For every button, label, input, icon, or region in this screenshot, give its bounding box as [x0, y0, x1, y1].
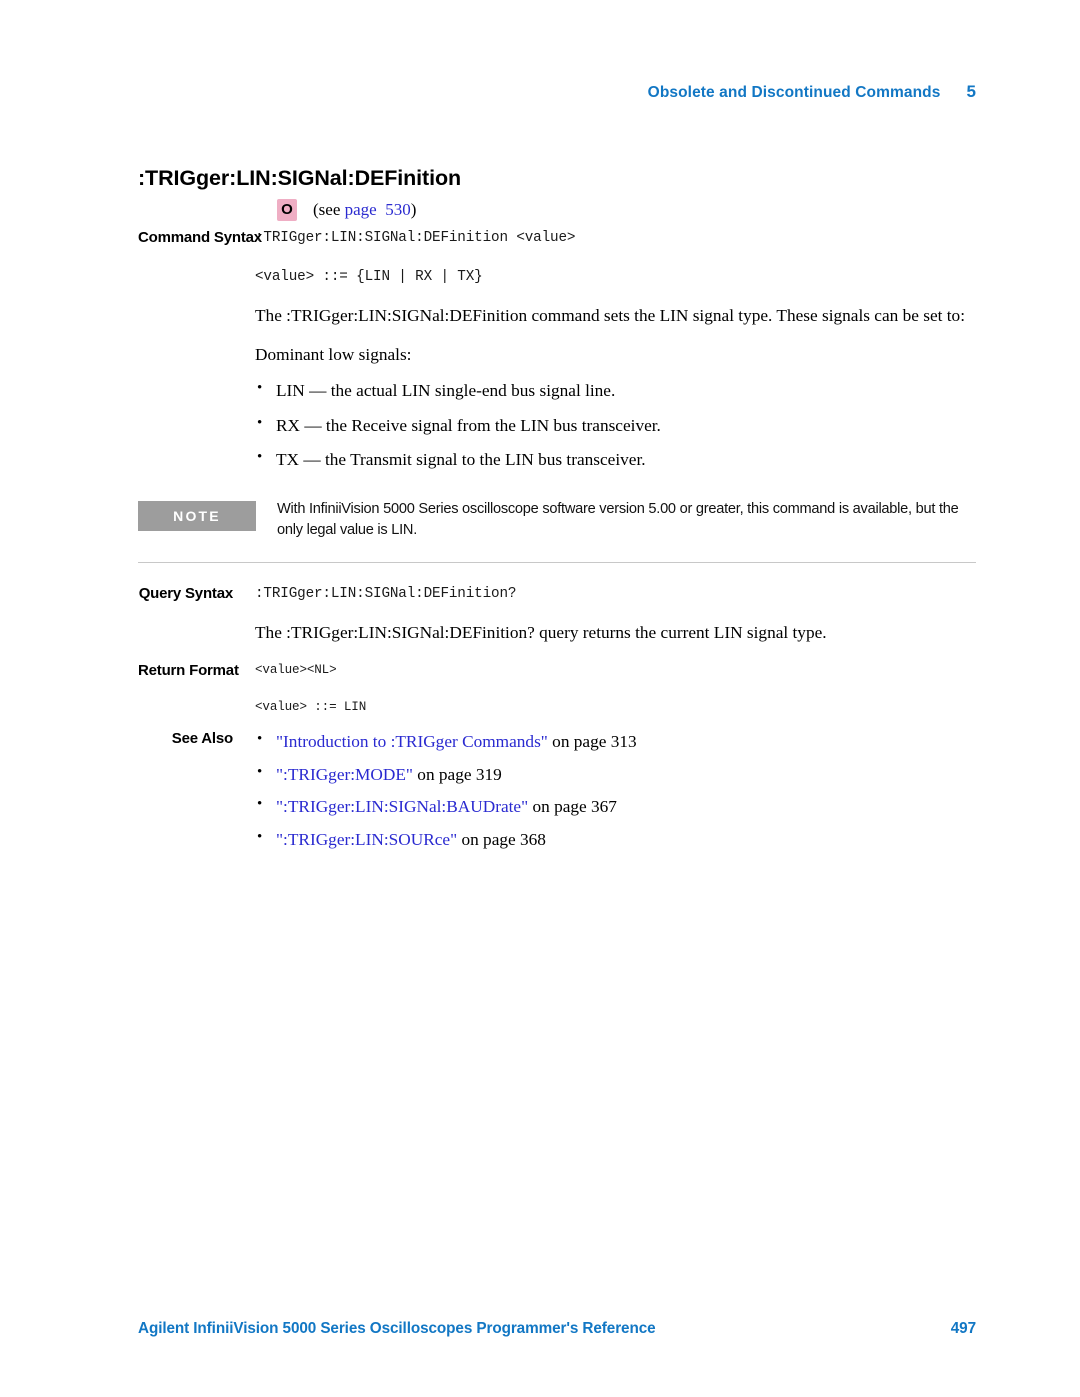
page-title: :TRIGger:LIN:SIGNal:DEFinition	[138, 166, 462, 190]
list-item: ":TRIGger:LIN:SOURce" on page 368	[255, 827, 976, 853]
list-item: LIN — the actual LIN single-end bus sign…	[255, 378, 976, 404]
description-paragraph-2: Dominant low signals:	[255, 344, 412, 364]
return-format-line-2: <value> ::= LIN	[255, 699, 367, 714]
see-also-list: "Introduction to :TRIGger Commands" on p…	[255, 729, 976, 853]
see-page-link[interactable]: page 530	[345, 200, 411, 219]
command-syntax-body: :TRIGger:LIN:SIGNal:DEFinition <value> <…	[255, 229, 976, 288]
footer-page-number: 497	[950, 1320, 976, 1337]
running-header: Obsolete and Discontinued Commands 5	[138, 82, 976, 102]
signal-types-row: LIN — the actual LIN single-end bus sign…	[138, 378, 976, 473]
running-header-chapter-number: 5	[966, 82, 976, 101]
see-also-link[interactable]: ":TRIGger:MODE"	[276, 765, 413, 784]
signal-types-body: LIN — the actual LIN single-end bus sign…	[255, 378, 976, 473]
obsolete-badge-icon: O	[277, 198, 297, 221]
footer-book-title: Agilent InfiniiVision 5000 Series Oscill…	[138, 1320, 656, 1337]
query-description-paragraph: The :TRIGger:LIN:SIGNal:DEFinition? quer…	[255, 623, 827, 643]
query-syntax-line-1: :TRIGger:LIN:SIGNal:DEFinition?	[255, 586, 517, 603]
list-item: TX — the Transmit signal to the LIN bus …	[255, 447, 976, 473]
command-syntax-line-2: <value> ::= {LIN | RX | TX}	[255, 269, 483, 286]
page-content: :TRIGger:LIN:SIGNal:DEFinition O (see pa…	[138, 166, 976, 861]
list-item: ":TRIGger:LIN:SIGNal:BAUDrate" on page 3…	[255, 794, 976, 820]
see-page-reference: (see page 530)	[313, 200, 416, 220]
see-page-prefix: (see	[313, 199, 345, 219]
description-paragraph-1: The :TRIGger:LIN:SIGNal:DEFinition comma…	[255, 306, 965, 326]
query-syntax-section: Query Syntax :TRIGger:LIN:SIGNal:DEFinit…	[138, 585, 976, 605]
note-tag-badge: NOTE	[138, 500, 256, 531]
see-also-label: See Also	[171, 730, 233, 748]
see-also-section: See Also "Introduction to :TRIGger Comma…	[138, 729, 976, 860]
see-also-page: on page 368	[457, 829, 546, 849]
return-format-body: <value><NL> <value> ::= LIN	[255, 662, 976, 717]
command-syntax-line-1: :TRIGger:LIN:SIGNal:DEFinition <value>	[255, 229, 576, 246]
see-page-suffix: )	[410, 199, 417, 219]
query-description-body: The :TRIGger:LIN:SIGNal:DEFinition? quer…	[255, 621, 976, 646]
page-footer: Agilent InfiniiVision 5000 Series Oscill…	[138, 1320, 976, 1338]
description-paragraph-2-body: Dominant low signals:	[255, 343, 976, 368]
query-syntax-label: Query Syntax	[138, 585, 234, 603]
description-paragraph-1-body: The :TRIGger:LIN:SIGNal:DEFinition comma…	[255, 304, 976, 329]
see-also-body: "Introduction to :TRIGger Commands" on p…	[255, 729, 976, 860]
query-description-row: The :TRIGger:LIN:SIGNal:DEFinition? quer…	[138, 621, 976, 646]
running-header-title: Obsolete and Discontinued Commands	[647, 84, 941, 101]
command-syntax-section: Command Syntax :TRIGger:LIN:SIGNal:DEFin…	[138, 229, 976, 288]
see-also-page: on page 319	[412, 764, 502, 784]
obsolete-reference-line: O (see page 530)	[277, 197, 976, 223]
description-paragraph-1-row: The :TRIGger:LIN:SIGNal:DEFinition comma…	[138, 304, 976, 329]
note-callout: NOTE With InfiniiVision 5000 Series osci…	[138, 499, 976, 540]
return-format-section: Return Format <value><NL> <value> ::= LI…	[138, 662, 976, 717]
signal-types-list: LIN — the actual LIN single-end bus sign…	[255, 378, 976, 473]
see-also-page: on page 313	[547, 732, 637, 752]
see-also-link[interactable]: ":TRIGger:LIN:SOURce"	[276, 830, 457, 849]
see-also-link[interactable]: "Introduction to :TRIGger Commands"	[276, 732, 548, 751]
query-syntax-body: :TRIGger:LIN:SIGNal:DEFinition?	[255, 585, 976, 605]
description-paragraph-2-row: Dominant low signals:	[138, 343, 976, 368]
command-syntax-label: Command Syntax	[138, 228, 262, 246]
return-format-label: Return Format	[138, 661, 239, 679]
see-also-page: on page 367	[528, 797, 617, 817]
list-item: RX — the Receive signal from the LIN bus…	[255, 413, 976, 439]
note-text: With InfiniiVision 5000 Series oscillosc…	[277, 500, 959, 538]
see-also-link[interactable]: ":TRIGger:LIN:SIGNal:BAUDrate"	[276, 797, 528, 816]
list-item: ":TRIGger:MODE" on page 319	[255, 762, 976, 788]
list-item: "Introduction to :TRIGger Commands" on p…	[255, 729, 976, 755]
return-format-line-1: <value><NL>	[255, 662, 337, 677]
